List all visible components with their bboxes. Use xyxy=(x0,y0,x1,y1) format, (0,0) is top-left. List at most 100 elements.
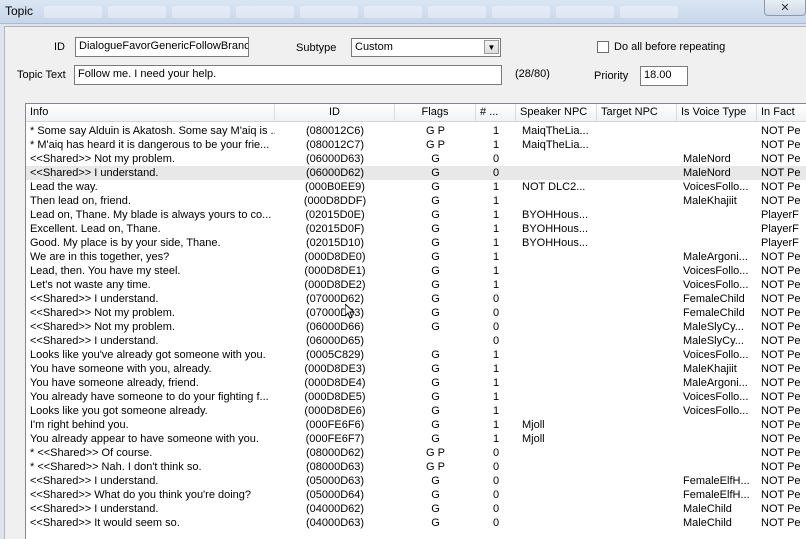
column-header-flags[interactable]: Flags xyxy=(395,104,476,122)
cell-count: 1 xyxy=(492,237,500,249)
table-row[interactable]: Excellent. Lead on, Thane. (02015D0F) G 1 BY… xyxy=(26,222,806,236)
table-row[interactable]: <<Shared>> I understand. (04000D62) G 0 Male… xyxy=(26,502,806,516)
table-row[interactable]: <<Shared>> I understand. (06000D62) G 0 Male… xyxy=(26,166,806,180)
table-row[interactable]: Lead the way. (000B0EE9) G 1 NOT DLC2... Voic… xyxy=(26,180,806,194)
table-row[interactable]: * <<Shared>> Of course. (08000D62) G P 0 NOT… xyxy=(26,446,806,460)
column-header-count[interactable]: # ... xyxy=(476,104,516,122)
char-count: (28/80) xyxy=(515,68,550,80)
cell-target-npc xyxy=(601,208,677,222)
table-row[interactable]: * M'aiq has heard it is dangerous to be … xyxy=(26,138,806,152)
table-row[interactable]: <<Shared>> I understand. (05000D63) G 0 Fema… xyxy=(26,474,806,488)
do-all-checkbox[interactable] xyxy=(597,41,609,53)
cell-id: (000D8DE4) xyxy=(304,377,366,389)
cell-count: 0 xyxy=(492,475,500,487)
cell-count: 0 xyxy=(492,167,500,179)
background-tab xyxy=(492,6,550,18)
table-row[interactable]: You already have someone to do your figh… xyxy=(26,390,806,404)
cell-speaker-npc xyxy=(522,488,596,502)
table-row[interactable]: * <<Shared>> Nah. I don't think so. (0800… xyxy=(26,460,806,474)
table-row[interactable]: * Some say Alduin is Akatosh. Some say M… xyxy=(26,124,806,138)
table-row[interactable]: Lead, then. You have my steel. (000D8DE1)… xyxy=(26,264,806,278)
cell-count: 1 xyxy=(492,125,500,137)
cell-faction: NOT Pe xyxy=(761,167,801,179)
cell-voice-type: MaleSlyCy... xyxy=(683,321,744,333)
cell-info: <<Shared>> I understand. xyxy=(30,293,159,305)
cell-info: * Some say Alduin is Akatosh. Some say M… xyxy=(30,125,275,137)
cell-id: (000FE6F7) xyxy=(305,433,365,445)
cell-count: 1 xyxy=(492,139,500,151)
table-row[interactable]: Good. My place is by your side, Thane. (0… xyxy=(26,236,806,250)
cell-speaker-npc: BYOHHous... xyxy=(522,223,589,235)
table-row[interactable]: <<Shared>> Not my problem. (06000D63) G 0 Ma… xyxy=(26,152,806,166)
cell-faction: NOT Pe xyxy=(761,153,801,165)
cell-flags: G P xyxy=(426,125,445,137)
cell-target-npc xyxy=(601,306,677,320)
priority-field[interactable]: 18.00 xyxy=(640,66,688,86)
topic-text-field[interactable]: Follow me. I need your help. xyxy=(74,65,502,85)
cell-count: 1 xyxy=(492,209,500,221)
table-row[interactable]: Then lead on, friend. (000D8DDF) G 1 MaleKha… xyxy=(26,194,806,208)
background-tab xyxy=(620,6,678,18)
cell-faction: NOT Pe xyxy=(761,447,801,459)
table-row[interactable]: We are in this together, yes? (000D8DE0) G… xyxy=(26,250,806,264)
cell-count: 1 xyxy=(492,419,500,431)
cell-faction: NOT Pe xyxy=(761,461,801,473)
cell-speaker-npc xyxy=(522,166,596,180)
table-row[interactable]: <<Shared>> I understand. (06000D65) 0 MaleS… xyxy=(26,334,806,348)
chevron-down-icon[interactable]: ▼ xyxy=(484,40,499,54)
table-row[interactable]: Looks like you got someone already. (000D… xyxy=(26,404,806,418)
cell-id: (000D8DE6) xyxy=(304,405,366,417)
cell-id: (080012C7) xyxy=(305,139,365,151)
cell-flags: G xyxy=(431,237,440,249)
cell-info: * <<Shared>> Nah. I don't think so. xyxy=(30,461,202,473)
table-row[interactable]: Looks like you've already got someone wi… xyxy=(26,348,806,362)
table-row[interactable]: <<Shared>> Not my problem. (07000D63) G 0 Fe… xyxy=(26,306,806,320)
column-header-voice-type[interactable]: Is Voice Type xyxy=(677,104,757,122)
cell-count: 1 xyxy=(492,195,500,207)
table-row[interactable]: <<Shared>> It would seem so. (04000D63) G 0… xyxy=(26,516,806,530)
subtype-select[interactable]: Custom ▼ xyxy=(351,38,501,57)
table-row[interactable]: <<Shared>> What do you think you're doin… xyxy=(26,488,806,502)
table-row[interactable]: You have someone already, friend. (000D8D… xyxy=(26,376,806,390)
cell-faction: NOT Pe xyxy=(761,125,801,137)
column-header-target-npc[interactable]: Target NPC xyxy=(597,104,677,122)
cell-speaker-npc xyxy=(522,446,596,460)
cell-voice-type: VoicesFollo... xyxy=(683,181,749,193)
cell-info: Lead on, Thane. My blade is always yours… xyxy=(30,209,272,221)
title-bar: Topic ✕ xyxy=(0,0,806,24)
table-row[interactable]: <<Shared>> Not my problem. (06000D66) G 0 Ma… xyxy=(26,320,806,334)
cell-speaker-npc: NOT DLC2... xyxy=(522,181,586,193)
cell-count: 1 xyxy=(492,433,500,445)
cell-speaker-npc: BYOHHous... xyxy=(522,237,589,249)
column-header-id[interactable]: ID xyxy=(275,104,395,122)
cell-id: (08000D62) xyxy=(305,447,365,459)
info-list[interactable]: Info ID Flags # ... Speaker NPC Target N… xyxy=(25,103,806,539)
cell-info: You already have someone to do your figh… xyxy=(30,391,269,403)
cell-faction: NOT Pe xyxy=(761,293,801,305)
cell-info: Looks like you've already got someone wi… xyxy=(30,349,266,361)
cell-flags: G xyxy=(431,251,440,263)
cell-flags: G xyxy=(431,209,440,221)
table-row[interactable]: You already appear to have someone with … xyxy=(26,432,806,446)
table-row[interactable]: You have someone with you, already. (000D… xyxy=(26,362,806,376)
column-header-speaker-npc[interactable]: Speaker NPC xyxy=(516,104,597,122)
cell-target-npc xyxy=(601,124,677,138)
window-title: Topic xyxy=(5,4,34,18)
table-row[interactable]: Let's not waste any time. (000D8DE2) G 1 Voi… xyxy=(26,278,806,292)
table-row[interactable]: I'm right behind you. (000FE6F6) G 1 Mjoll NO… xyxy=(26,418,806,432)
cell-info: Lead, then. You have my steel. xyxy=(30,265,181,277)
cell-faction: NOT Pe xyxy=(761,503,801,515)
cell-faction: NOT Pe xyxy=(761,517,801,529)
cell-voice-type xyxy=(683,222,755,236)
cell-voice-type xyxy=(683,418,755,432)
close-button[interactable]: ✕ xyxy=(764,0,806,16)
cell-count: 1 xyxy=(492,363,500,375)
cell-speaker-npc xyxy=(522,348,596,362)
cell-voice-type xyxy=(683,208,755,222)
table-row[interactable]: <<Shared>> I understand. (07000D62) G 0 Fema… xyxy=(26,292,806,306)
table-row[interactable]: Lead on, Thane. My blade is always yours… xyxy=(26,208,806,222)
cell-count: 0 xyxy=(492,321,500,333)
column-header-faction[interactable]: In Fact xyxy=(757,104,806,122)
id-field[interactable]: DialogueFavorGenericFollowBranch xyxy=(75,37,249,57)
column-header-info[interactable]: Info xyxy=(26,104,275,122)
